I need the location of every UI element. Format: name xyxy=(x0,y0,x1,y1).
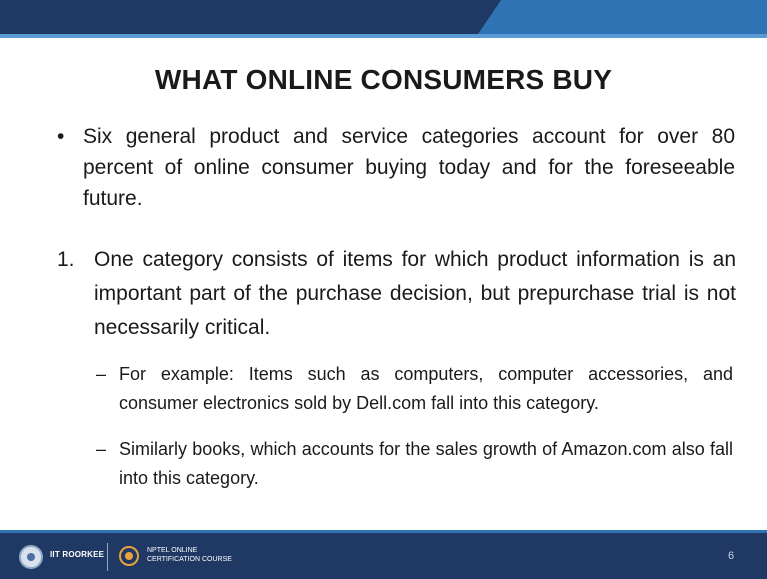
page-number: 6 xyxy=(728,550,735,562)
numbered-point: One category consists of items for which… xyxy=(94,248,736,339)
sub-bullet-example: For example: Items such as computers, co… xyxy=(119,364,733,413)
footer-divider xyxy=(107,543,108,571)
sub-bullet-marker: – xyxy=(96,364,107,384)
slide-content: WHAT ONLINE CONSUMERS BUY • Six general … xyxy=(0,38,767,526)
bullet-point: Six general product and service categori… xyxy=(83,125,735,210)
institute-name: IIT ROORKEE xyxy=(50,550,105,559)
sub-bullet-books: Similarly books, which accounts for the … xyxy=(119,439,733,488)
nptel-logo-icon xyxy=(119,546,139,566)
iit-roorkee-logo-icon xyxy=(19,545,43,569)
course-line-1: NPTEL ONLINE xyxy=(147,547,198,554)
course-line-2: CERTIFICATION COURSE xyxy=(147,556,232,563)
slide-title: WHAT ONLINE CONSUMERS BUY xyxy=(154,64,613,95)
numbered-marker: 1. xyxy=(57,248,75,271)
header-accent-stripe xyxy=(478,0,767,34)
bullet-marker: • xyxy=(57,125,65,148)
sub-bullet-marker: – xyxy=(96,439,107,459)
footer-bar: IIT ROORKEE NPTEL ONLINE CERTIFICATION C… xyxy=(0,533,767,579)
